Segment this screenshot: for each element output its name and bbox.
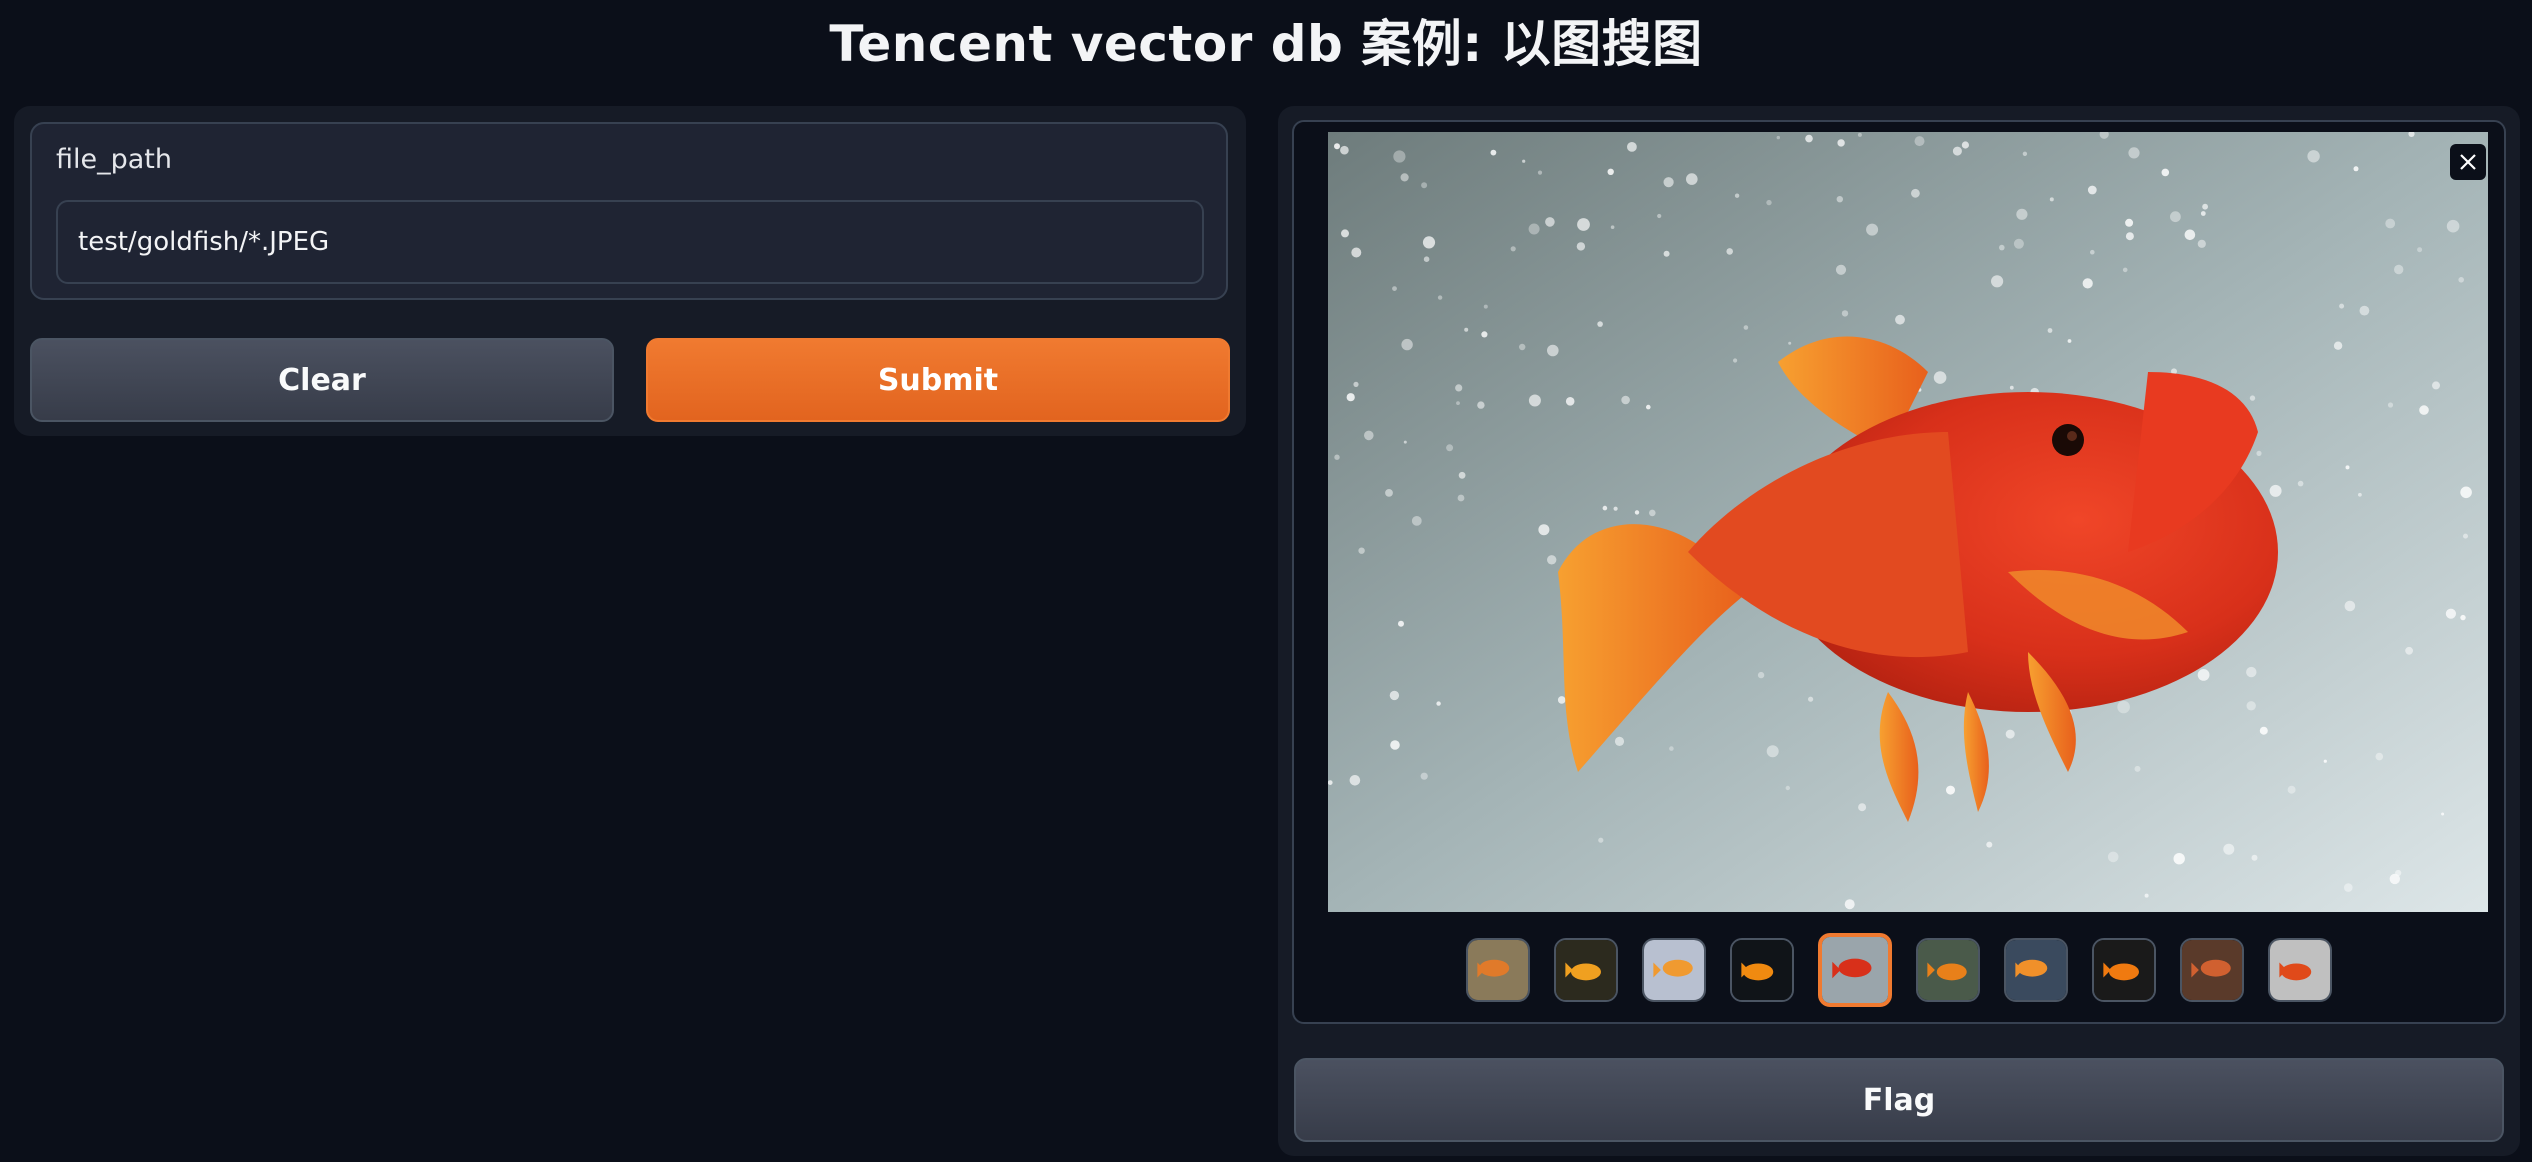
thumbnail-9-graphic <box>2182 940 2242 1000</box>
thumbnail-2-graphic <box>1556 940 1616 1000</box>
close-icon-graphic <box>2460 154 2476 170</box>
file-path-panel: file_path test/goldfish/*.JPEG <box>30 122 1228 300</box>
thumbnail-4-graphic <box>1732 940 1792 1000</box>
thumbnail-7[interactable] <box>2004 938 2068 1002</box>
app-root: Tencent vector db 案例: 以图搜图 file_path tes… <box>0 0 2532 1162</box>
input-column: file_path test/goldfish/*.JPEG Clear Sub… <box>14 106 1246 436</box>
goldfish-preview-graphic <box>1328 132 2488 912</box>
thumbnail-9[interactable] <box>2180 938 2244 1002</box>
page-title: Tencent vector db 案例: 以图搜图 <box>829 15 1703 73</box>
image-gallery <box>1292 120 2506 1024</box>
thumbnail-8-graphic <box>2094 940 2154 1000</box>
thumbnail-1-graphic <box>1468 940 1528 1000</box>
thumbnail-2[interactable] <box>1554 938 1618 1002</box>
thumbnail-3-graphic <box>1644 940 1704 1000</box>
file-path-input[interactable]: test/goldfish/*.JPEG <box>56 200 1204 284</box>
flag-button[interactable]: Flag <box>1294 1058 2504 1142</box>
clear-button[interactable]: Clear <box>30 338 614 422</box>
thumbnail-3[interactable] <box>1642 938 1706 1002</box>
thumbnail-5[interactable] <box>1818 933 1892 1007</box>
thumbnail-6[interactable] <box>1916 938 1980 1002</box>
thumbnail-1[interactable] <box>1466 938 1530 1002</box>
thumbnail-8[interactable] <box>2092 938 2156 1002</box>
thumbnail-7-graphic <box>2006 940 2066 1000</box>
thumbnail-6-graphic <box>1918 940 1978 1000</box>
thumbnail-10-graphic <box>2270 940 2330 1000</box>
output-column: Flag <box>1278 106 2520 1156</box>
preview-image[interactable] <box>1328 132 2488 912</box>
file-path-label: file_path <box>56 144 173 175</box>
submit-button[interactable]: Submit <box>646 338 1230 422</box>
thumbnail-strip <box>1294 933 2504 1007</box>
thumbnail-5-graphic <box>1822 937 1888 1003</box>
thumbnail-10[interactable] <box>2268 938 2332 1002</box>
thumbnail-4[interactable] <box>1730 938 1794 1002</box>
close-icon[interactable] <box>2450 144 2486 180</box>
